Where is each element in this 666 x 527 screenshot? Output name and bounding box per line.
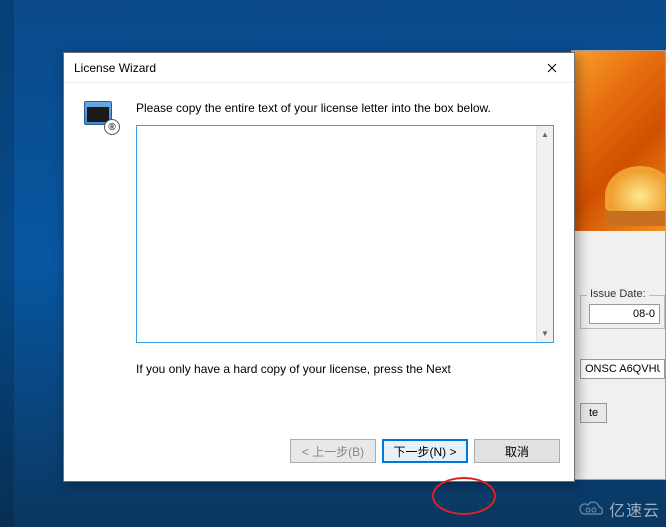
instruction-text: Please copy the entire text of your lice… [136,101,554,115]
issue-date-group: Issue Date: [580,295,665,329]
watermark: 亿速云 [577,497,660,521]
wizard-icon: ® [84,101,118,131]
window-title: License Wizard [74,61,532,75]
te-button[interactable]: te [580,403,607,423]
background-banner-image [572,51,665,231]
cloud-icon [577,500,605,518]
license-textarea[interactable] [137,126,536,342]
hint-text: If you only have a hard copy of your lic… [136,361,554,378]
license-key-field[interactable] [580,359,665,379]
left-edge-shadow [0,0,14,527]
back-button: < 上一步(B) [290,439,376,463]
titlebar: License Wizard [64,53,574,83]
issue-date-label: Issue Date: [587,288,649,300]
issue-date-field[interactable] [589,304,660,324]
cancel-button[interactable]: 取消 [474,439,560,463]
textarea-scrollbar[interactable]: ▲ ▼ [536,126,553,342]
annotation-circle [432,477,496,515]
background-license-panel: Issue Date: te [571,50,666,480]
license-text-container: ▲ ▼ [136,125,554,343]
scroll-down-icon[interactable]: ▼ [537,325,553,342]
scroll-up-icon[interactable]: ▲ [537,126,553,143]
wizard-button-row: < 上一步(B) 下一步(N) > 取消 [64,429,574,481]
license-wizard-dialog: License Wizard ® Please copy the entire … [63,52,575,482]
close-button[interactable] [532,54,572,82]
close-icon [547,63,557,73]
next-button[interactable]: 下一步(N) > [382,439,468,463]
watermark-text: 亿速云 [609,497,660,521]
